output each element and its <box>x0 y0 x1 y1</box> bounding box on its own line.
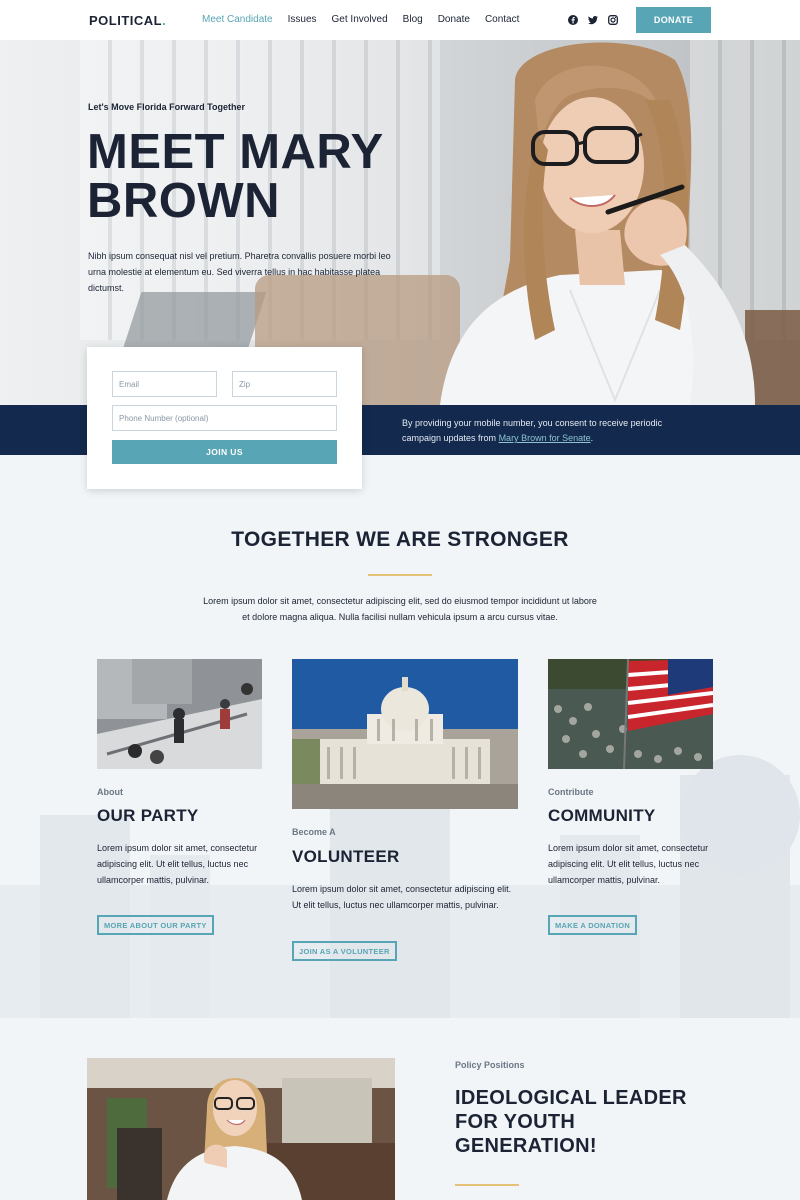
logo-text: POLITICAL <box>89 13 163 28</box>
community-text: Lorem ipsum dolor sit amet, consectetur … <box>548 843 709 885</box>
consent-text: By providing your mobile number, you con… <box>402 416 702 447</box>
nav-item-get-involved[interactable]: Get Involved <box>332 14 388 25</box>
phone-field[interactable]: Phone Number (optional) <box>112 405 337 431</box>
capitol-image <box>292 659 518 809</box>
party-image <box>97 659 262 769</box>
hero-title: MEET MARY BROWN <box>87 125 383 228</box>
hero-description: Nibh ipsum consequat nisl vel pretium. P… <box>88 251 391 293</box>
nav-item-meet-candidate[interactable]: Meet Candidate <box>202 14 273 25</box>
policy-section: Policy Positions IDEOLOGICAL LEADER FOR … <box>0 1018 800 1200</box>
top-navigation: POLITICAL. Meet Candidate Issues Get Inv… <box>0 0 800 40</box>
nav-item-issues[interactable]: Issues <box>288 14 317 25</box>
party-column: About OUR PARTY Lorem ipsum dolor sit am… <box>97 659 263 949</box>
logo-dot: . <box>162 13 167 28</box>
party-kicker: About <box>97 787 123 797</box>
together-title: TOGETHER WE ARE STRONGER <box>231 528 569 551</box>
volunteer-kicker: Become A <box>292 827 336 837</box>
volunteer-title: VOLUNTEER <box>292 847 400 866</box>
nav-item-blog[interactable]: Blog <box>403 14 423 25</box>
nav-item-donate[interactable]: Donate <box>438 14 470 25</box>
join-us-button[interactable]: JOIN US <box>112 440 337 464</box>
together-section: TOGETHER WE ARE STRONGER Lorem ipsum dol… <box>0 455 800 1018</box>
title-underline <box>368 574 432 576</box>
signup-form: Email Zip Phone Number (optional) JOIN U… <box>87 347 362 489</box>
join-volunteer-button[interactable]: JOIN AS A VOLUNTEER <box>292 941 397 961</box>
policy-kicker: Policy Positions <box>455 1060 525 1070</box>
policy-title: IDEOLOGICAL LEADER FOR YOUTH GENERATION! <box>455 1087 687 1157</box>
candidate-portrait <box>440 42 755 405</box>
consent-link[interactable]: Mary Brown for Senate <box>499 433 591 443</box>
flag-crowd-image <box>548 659 713 769</box>
instagram-icon[interactable] <box>608 15 618 25</box>
party-text: Lorem ipsum dolor sit amet, consectetur … <box>97 843 258 885</box>
volunteer-text: Lorem ipsum dolor sit amet, consectetur … <box>292 884 512 910</box>
party-title: OUR PARTY <box>97 806 199 825</box>
volunteer-column: Become A VOLUNTEER Lorem ipsum dolor sit… <box>292 659 518 979</box>
social-links <box>568 15 618 25</box>
twitter-icon[interactable] <box>588 15 598 25</box>
policy-title-underline <box>455 1184 519 1186</box>
hero-subtitle: Let's Move Florida Forward Together <box>88 102 245 112</box>
site-logo[interactable]: POLITICAL. <box>89 13 166 28</box>
more-about-party-button[interactable]: MORE ABOUT OUR PARTY <box>97 915 214 935</box>
make-donation-button[interactable]: MAKE A DONATION <box>548 915 638 935</box>
community-column: Contribute COMMUNITY Lorem ipsum dolor s… <box>548 659 714 949</box>
community-title: COMMUNITY <box>548 806 656 825</box>
email-field[interactable]: Email <box>112 371 217 397</box>
community-kicker: Contribute <box>548 787 594 797</box>
together-description: Lorem ipsum dolor sit amet, consectetur … <box>203 596 597 622</box>
main-menu: Meet Candidate Issues Get Involved Blog … <box>202 14 534 25</box>
facebook-icon[interactable] <box>568 15 578 25</box>
donate-button[interactable]: DONATE <box>636 7 711 33</box>
nav-item-contact[interactable]: Contact <box>485 14 519 25</box>
policy-portrait-image <box>87 1058 395 1200</box>
zip-field[interactable]: Zip <box>232 371 337 397</box>
consent-text-end: . <box>590 433 594 444</box>
